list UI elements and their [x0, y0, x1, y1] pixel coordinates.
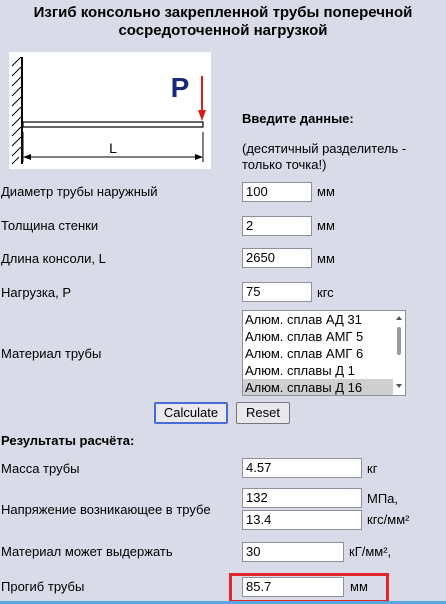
allowable-stress-label: Материал может выдержать [1, 544, 173, 559]
allowable-stress-output[interactable]: 30 [242, 542, 344, 562]
load-field-label: Нагрузка, P [1, 285, 72, 300]
load-label: P [171, 72, 190, 103]
pipe-beam [22, 121, 204, 128]
material-option[interactable]: Алюм. сплав АД 31 [243, 311, 405, 328]
listbox-scrollbar[interactable] [393, 311, 405, 395]
deflection-highlight [229, 573, 389, 603]
load-unit: кгс [317, 285, 334, 300]
material-option-selected[interactable]: Алюм. сплавы Д 16 [243, 379, 405, 395]
diameter-label: Диаметр трубы наружный [1, 184, 158, 199]
wall-thickness-label: Толщина стенки [1, 218, 99, 233]
stress-kgs-output[interactable]: 13.4 [242, 510, 362, 530]
input-header: Введите данные: [242, 111, 354, 126]
scroll-up-icon [396, 316, 402, 320]
scroll-down-icon [396, 384, 402, 388]
console-length-unit: мм [317, 251, 335, 266]
page-title: Изгиб консольно закрепленной трубы попер… [33, 4, 413, 39]
scroll-thumb [397, 327, 401, 355]
mass-label: Масса трубы [1, 461, 80, 476]
material-option[interactable]: Алюм. сплавы Д 1 [243, 362, 405, 379]
reset-button[interactable]: Reset [236, 402, 290, 424]
console-length-input[interactable]: 2650 [242, 248, 312, 268]
stress-label: Напряжение возникающее в трубе [1, 502, 211, 517]
material-select[interactable]: Алюм. сплав АД 31 Алюм. сплав АМГ 5 Алюм… [242, 310, 406, 396]
input-note: (десятичный разделитель - только точка!) [242, 141, 407, 172]
stress-mpa-output[interactable]: 132 [242, 488, 362, 508]
mass-unit: кг [367, 461, 378, 476]
load-input[interactable]: 75 [242, 282, 312, 302]
wall-thickness-unit: мм [317, 218, 335, 233]
console-length-label: Длина консоли, L [1, 251, 106, 266]
length-label: L [109, 140, 117, 156]
diameter-input[interactable]: 100 [242, 182, 312, 202]
cantilever-diagram: L P [9, 52, 211, 169]
calculate-button[interactable]: Calculate [154, 402, 228, 424]
deflection-label: Прогиб трубы [1, 579, 85, 594]
material-option[interactable]: Алюм. сплав АМГ 5 [243, 328, 405, 345]
diameter-unit: мм [317, 184, 335, 199]
wall-thickness-input[interactable]: 2 [242, 216, 312, 236]
stress-mpa-unit: МПа, [367, 491, 399, 506]
material-option[interactable]: Алюм. сплав АМГ 6 [243, 345, 405, 362]
stress-kgs-unit: кгс/мм² [367, 512, 410, 527]
mass-output[interactable]: 4.57 [242, 458, 362, 478]
wall-hatch [11, 56, 23, 165]
results-header: Результаты расчёта: [1, 433, 135, 448]
allowable-stress-unit: кГ/мм², [349, 544, 392, 559]
material-label: Материал трубы [1, 346, 102, 361]
